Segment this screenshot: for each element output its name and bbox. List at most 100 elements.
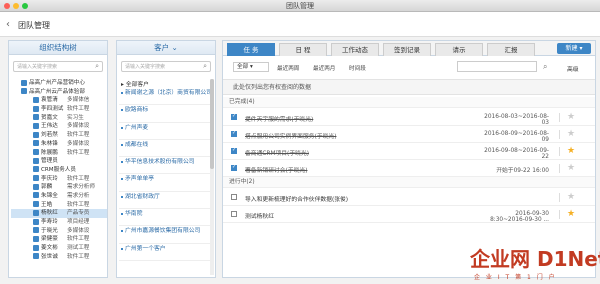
user-icon [33, 96, 39, 103]
task-checkbox[interactable] [231, 130, 237, 137]
org-tree-node[interactable]: 贺嘉文 实习生 [11, 114, 107, 123]
org-node-name: 品高广州产品营销中心 [29, 80, 85, 86]
org-search-input[interactable]: 请输入关键字搜索 ⌕ [13, 61, 103, 72]
user-icon [33, 140, 39, 147]
task-search-input[interactable] [457, 61, 537, 72]
task-date: 开始于09-22 16:00 [496, 168, 549, 174]
customer-scrollbar[interactable] [210, 79, 214, 275]
star-icon[interactable]: ★ [567, 192, 575, 202]
star-icon[interactable]: ★ [567, 129, 575, 139]
task-name[interactable]: 备商通CRM项目(于晓光) [245, 148, 309, 157]
task-checkbox[interactable] [231, 194, 237, 200]
tab-1[interactable]: 日 程 [279, 43, 327, 56]
org-node-role: 需求分析师 [67, 184, 95, 191]
customer-item[interactable]: 新闻谢之源（北京）商贸有限公司 [119, 88, 213, 106]
org-node-name: 李寿玲 [41, 219, 58, 225]
chevron-left-icon[interactable]: ‹ [6, 19, 10, 30]
tab-0[interactable]: 任 务 [227, 43, 275, 56]
task-name[interactable]: 测试杨秋红 [245, 211, 274, 220]
customer-search-input[interactable]: 请输入关键字搜索 ⌕ [121, 61, 211, 72]
tab-4[interactable]: 请示 [435, 43, 483, 56]
task-group-header[interactable]: 已完成(4) [223, 97, 595, 108]
user-icon [33, 131, 39, 138]
filter-select[interactable]: 全部 ▾ [233, 62, 269, 72]
filter-time-range[interactable]: 时间段 [349, 64, 366, 72]
task-row[interactable]: 搭点服用公司实例界面服务(于晓光) 2016-08-09~2016-08-09 ★ [223, 126, 595, 143]
org-tree-node[interactable]: CRM服务人员 [11, 166, 107, 175]
star-icon[interactable]: ★ [567, 146, 575, 156]
new-button[interactable]: 新建 ▾ [557, 43, 591, 54]
org-tree-node[interactable]: 姜文彬 测试工程 [11, 244, 107, 253]
task-checkbox[interactable] [231, 113, 237, 120]
customer-item[interactable]: 湖北省财政厅 [119, 192, 213, 210]
star-icon[interactable]: ★ [567, 112, 575, 122]
app-window: 团队管理 ‹ 团队管理 组织结构树 请输入关键字搜索 ⌕ 品高广州产品营销中心 品高… [0, 0, 600, 284]
task-row[interactable]: 署备新销研讨会(于晓光) 开始于09-22 16:00 ★ [223, 160, 595, 177]
tab-5[interactable]: 汇报 [487, 43, 535, 56]
org-tree-node[interactable]: 陈展鹏 软件工程 [11, 149, 107, 158]
tab-2[interactable]: 工作动态 [331, 43, 379, 56]
customer-item[interactable]: 广州声麦 [119, 123, 213, 140]
org-tree-node[interactable]: 品高广州云产品体验部 [11, 88, 107, 97]
org-node-role: 软件工程 [67, 175, 90, 182]
user-icon [33, 235, 39, 242]
user-icon [33, 227, 39, 234]
customer-item[interactable]: 华平信息技术股份有限公司 [119, 157, 213, 175]
task-row[interactable]: 提件天宇服的需求(于晓光) 2016-08-03~2016-08-03 ★ [223, 109, 595, 126]
customer-item[interactable]: 欧路商标 [119, 105, 213, 123]
star-icon[interactable]: ★ [567, 209, 575, 219]
task-row[interactable]: 备商通CRM项目(于晓光) 2016-09-08~2016-09-22 ★ [223, 143, 595, 160]
task-checkbox[interactable] [231, 164, 237, 171]
org-node-role: 多媒体设 [67, 123, 90, 130]
task-name[interactable]: 署备新销研讨会(于晓光) [245, 165, 308, 174]
customer-item[interactable]: 广州第一个客户 [119, 244, 213, 261]
org-tree-node[interactable]: 李庆玲 软件工程 [11, 175, 107, 184]
task-date: 2016-08-09~2016-08-09 [484, 131, 549, 143]
org-tree-node[interactable]: 梁健豪 软件工程 [11, 235, 107, 244]
task-checkbox[interactable] [231, 147, 237, 154]
advanced-search-link[interactable]: 高级 [567, 64, 579, 73]
star-icon[interactable]: ★ [567, 163, 575, 173]
search-icon[interactable]: ⌕ [543, 62, 547, 72]
task-group-header[interactable]: 进行中(2) [223, 177, 595, 188]
org-tree-node[interactable]: 张世诚 软件工程 [11, 253, 107, 262]
task-row[interactable]: 测试杨秋红 2016-09-30 8:30~2016-09-30 ... ★ [223, 206, 595, 223]
task-row[interactable]: 导入和更新梳理好的合作伙伴数据(张俊) ★ [223, 189, 595, 206]
all-customers-item[interactable]: ▸ 全部客户 [119, 79, 213, 88]
search-icon[interactable]: ⌕ [95, 62, 99, 71]
org-tree-node[interactable]: 朱林锋 多媒体设 [11, 140, 107, 149]
task-name[interactable]: 搭点服用公司实例界面服务(于晓光) [245, 131, 336, 140]
task-name[interactable]: 导入和更新梳理好的合作伙伴数据(张俊) [245, 194, 348, 203]
org-tree-node[interactable]: 李寿玲 项目经理 [11, 218, 107, 227]
org-tree-node[interactable]: 袁管清 多媒体信 [11, 96, 107, 105]
org-tree-node[interactable]: 管理员 [11, 157, 107, 166]
org-tree-node[interactable]: 刘若然 软件工程 [11, 131, 107, 140]
org-tree-node[interactable]: 郭麟 需求分析师 [11, 183, 107, 192]
app-header: ‹ 团队管理 [0, 12, 600, 37]
org-tree-node[interactable]: 李四测试 软件工程 [11, 105, 107, 114]
org-tree-node[interactable]: 于晓光 多媒体设 [11, 227, 107, 236]
customer-dropdown[interactable]: 客户 ⌄ [117, 41, 215, 55]
user-icon [33, 157, 39, 164]
customer-item[interactable]: 华南院 [119, 209, 213, 227]
permission-notice: 此处仅列出您有权查阅的数据 [223, 79, 595, 95]
divider [559, 147, 560, 156]
filter-two-months[interactable]: 最近两月 [313, 64, 335, 72]
org-node-role: 软件工程 [67, 253, 90, 260]
task-checkbox[interactable] [231, 211, 237, 217]
org-tree-node[interactable]: 杨秋红 产品专员 [11, 209, 107, 218]
customer-item[interactable]: 成都在线 [119, 140, 213, 158]
org-tree-node[interactable]: 朱锦全 需求分析 [11, 192, 107, 201]
org-node-name: 李四测试 [41, 106, 64, 113]
filter-two-weeks[interactable]: 最近两周 [277, 64, 299, 72]
org-node-role: 多媒体设 [67, 227, 90, 234]
search-icon[interactable]: ⌕ [203, 62, 207, 71]
tab-3[interactable]: 签到记录 [383, 43, 431, 56]
customer-item[interactable]: 矛声单单亭 [119, 174, 213, 192]
org-tree-node[interactable]: 品高广州产品营销中心 [11, 79, 107, 88]
org-node-name: 杨秋红 [41, 210, 58, 217]
task-name[interactable]: 提件天宇服的需求(于晓光) [245, 114, 313, 123]
org-tree-node[interactable]: 王伟达 多媒体设 [11, 122, 107, 131]
customer-item[interactable]: 广州市嘉源餐饮集团有限公司 [119, 226, 213, 244]
org-tree-node[interactable]: 王皓 软件工程 [11, 201, 107, 210]
